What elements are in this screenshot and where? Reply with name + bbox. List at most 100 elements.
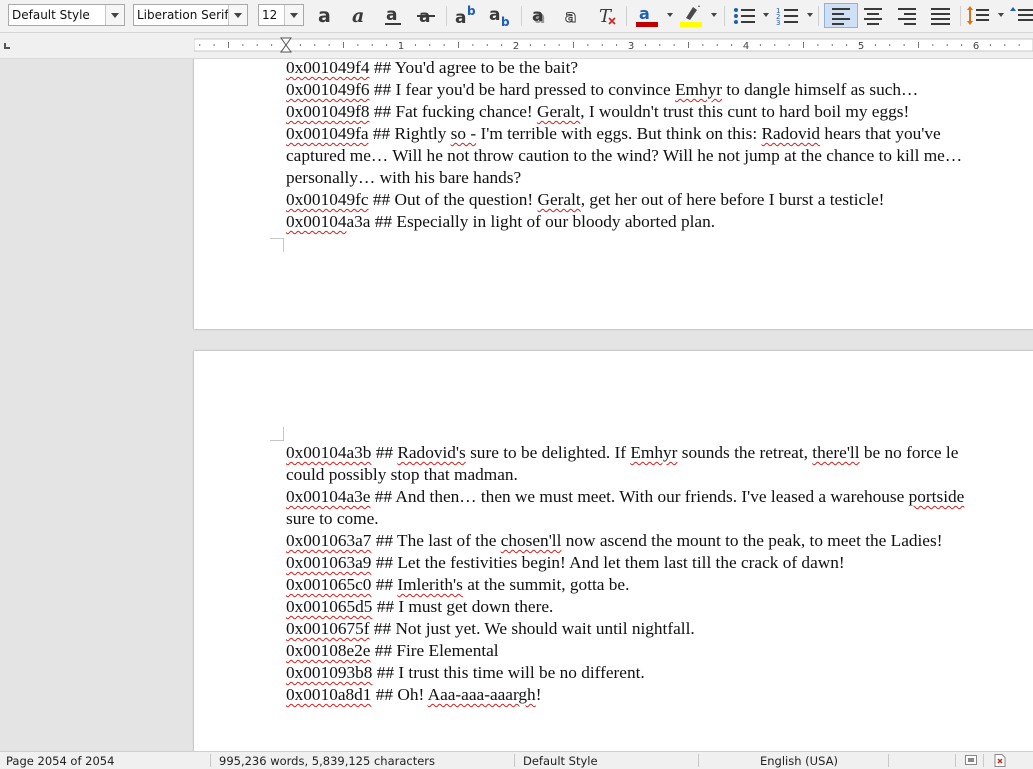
status-divider [888, 754, 889, 767]
text-run: ## You'd agree to be the bait? [369, 59, 579, 77]
document-page[interactable]: 0x00104a3b ## Radovid's sure to be delig… [194, 351, 1033, 751]
page-style[interactable]: Default Style [523, 754, 598, 768]
line-spacing-button[interactable] [966, 3, 992, 28]
status-divider [955, 754, 956, 767]
clear-formatting-button[interactable]: T [596, 3, 620, 28]
text-line[interactable]: 0x001063a9 ## Let the festivities begin!… [286, 552, 845, 574]
font-color-button[interactable]: a [634, 3, 660, 28]
bullet-list-button[interactable] [732, 3, 758, 28]
font-name-select[interactable]: Liberation Serif [133, 4, 248, 26]
numbered-list-dropdown-icon[interactable] [807, 13, 813, 17]
text-run: I'm terrible with eggs. But think on thi… [476, 124, 762, 143]
text-boundary-corner [270, 238, 284, 252]
italic-button[interactable]: a [349, 3, 373, 28]
underline-button[interactable]: a [382, 3, 406, 28]
text-run: , I wouldn't trust this cunt to hard boi… [580, 102, 910, 121]
superscript-button[interactable]: ab [453, 3, 481, 28]
horizontal-ruler[interactable]: 1 2 3 4 5 6 [194, 37, 1033, 53]
align-left-button[interactable] [824, 3, 858, 28]
italic-icon: a [352, 5, 364, 27]
text-line[interactable]: sure to come. [286, 508, 379, 530]
toolbar-separator [446, 6, 447, 26]
shadow-button[interactable]: aa [529, 3, 553, 28]
text-line[interactable]: 0x00104a3b ## Radovid's sure to be delig… [286, 442, 958, 464]
ruler-number: 1 [398, 41, 404, 52]
ruler-number: 3 [628, 41, 634, 52]
text-line[interactable]: 0x001049fc ## Out of the question! Geral… [286, 189, 884, 211]
text-language[interactable]: English (USA) [760, 754, 838, 768]
text-line[interactable]: 0x0010a8d1 ## Oh! Aaa-aaa-aaargh! [286, 684, 541, 706]
svg-text:a: a [565, 7, 576, 27]
superscript-icon: ab [455, 4, 476, 28]
line-spacing-icon [967, 6, 989, 25]
word-count[interactable]: 995,236 words, 5,839,125 characters [219, 754, 435, 768]
misspelled-word: 0x001049f4 [286, 59, 370, 77]
chevron-down-icon[interactable] [228, 5, 247, 25]
text-line[interactable]: 0x001063a7 ## The last of the chosen'll … [286, 530, 942, 552]
align-center-button[interactable] [861, 3, 887, 28]
document-page[interactable]: 0x001049f4 ## You'd agree to be the bait… [194, 59, 1033, 329]
svg-text:b: b [501, 15, 510, 28]
paragraph-spacing-button[interactable] [1010, 3, 1033, 28]
text-line[interactable]: 0x001049f8 ## Fat fucking chance! Geralt… [286, 101, 909, 123]
text-run: to dangle himself as such… [722, 80, 919, 99]
chevron-down-icon[interactable] [105, 5, 124, 25]
align-right-button[interactable] [895, 3, 921, 28]
bullet-list-dropdown-icon[interactable] [763, 13, 769, 17]
svg-text:a: a [386, 5, 397, 25]
text-boundary-corner [270, 427, 284, 441]
text-line[interactable]: 0x001049f4 ## You'd agree to be the bait… [286, 59, 578, 79]
justify-button[interactable] [928, 3, 954, 28]
misspelled-word: 0x001065c0 [286, 575, 372, 594]
text-line[interactable]: 0x001049fa ## Rightly so - I'm terrible … [286, 123, 941, 145]
text-run: captured me… Will he not throw caution t… [286, 146, 963, 165]
misspelled-word: 0x00104a3e [286, 487, 371, 506]
highlight-button[interactable] [678, 3, 706, 28]
text-line[interactable]: personally… with his bare hands? [286, 167, 521, 189]
misspelled-word: so - [450, 124, 477, 143]
bold-button[interactable]: a [315, 3, 339, 28]
font-size-select[interactable]: 12 [258, 4, 304, 26]
subscript-button[interactable]: ab [487, 3, 515, 28]
text-line[interactable]: 0x001065c0 ## Imlerith's at the summit, … [286, 574, 629, 596]
status-divider [514, 754, 515, 767]
tab-type-icon[interactable] [4, 43, 10, 49]
misspelled-word: portside [908, 487, 965, 506]
bullet-list-icon [734, 8, 755, 24]
text-line[interactable]: 0x00108e2e ## Fire Elemental [286, 640, 499, 662]
font-color-dropdown-icon[interactable] [667, 13, 673, 17]
text-run: personally… with his bare hands? [286, 168, 522, 187]
document-area[interactable]: 0x001049f4 ## You'd agree to be the bait… [0, 59, 1033, 751]
text-run: ## Let the festivities begin! And let th… [371, 553, 845, 572]
text-line[interactable]: 0x001065d5 ## I must get down there. [286, 596, 553, 618]
paragraph-style-value: Default Style [12, 8, 90, 22]
insert-mode-icon[interactable] [965, 755, 977, 766]
text-line[interactable]: captured me… Will he not throw caution t… [286, 145, 962, 167]
clear-formatting-icon: T [599, 6, 616, 27]
text-line[interactable]: could possibly stop that madman. [286, 464, 518, 486]
paragraph-style-select[interactable]: Default Style [8, 4, 125, 26]
text-line[interactable]: 0x001093b8 ## I trust this time will be … [286, 662, 645, 684]
text-line[interactable]: 0x0010675f ## Not just yet. We should wa… [286, 618, 695, 640]
text-line[interactable]: 0x00104a3a ## Especially in light of our… [286, 211, 715, 233]
numbered-list-button[interactable]: 123 [775, 3, 801, 28]
misspelled-word: 0x0010675f [286, 619, 370, 638]
svg-text:3: 3 [776, 19, 780, 27]
page-count[interactable]: Page 2054 of 2054 [6, 754, 114, 768]
shadow-icon: aa [532, 6, 545, 28]
svg-text:a: a [639, 4, 650, 23]
highlight-dropdown-icon[interactable] [711, 13, 717, 17]
outline-button[interactable]: a [562, 3, 586, 28]
document-modified-icon[interactable] [994, 754, 1006, 767]
text-run: ## [371, 443, 398, 462]
strikethrough-icon: a [417, 7, 435, 27]
line-spacing-dropdown-icon[interactable] [998, 13, 1004, 17]
text-line[interactable]: 0x001049f6 ## I fear you'd be hard press… [286, 79, 918, 101]
misspelled-word: 0x001065d5 [286, 597, 373, 616]
strikethrough-button[interactable]: a [415, 3, 439, 28]
text-run: ## I must get down there. [372, 597, 554, 616]
chevron-down-icon[interactable] [284, 5, 303, 25]
misspelled-word: Emhyr [674, 80, 723, 99]
text-line[interactable]: 0x00104a3e ## And then… then we must mee… [286, 486, 964, 508]
status-divider [210, 754, 211, 767]
